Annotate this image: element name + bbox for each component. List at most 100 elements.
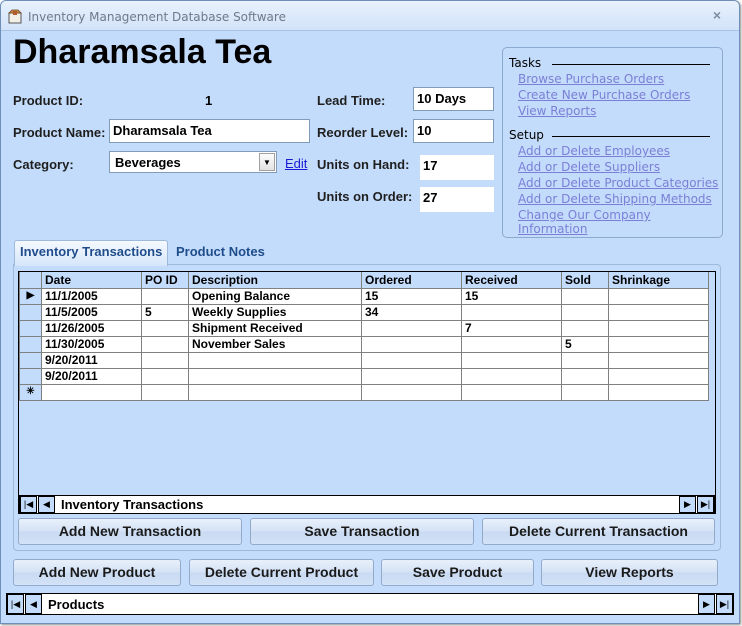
next-product-icon[interactable]: ▶ bbox=[698, 594, 715, 614]
cell-received[interactable]: 7 bbox=[461, 319, 562, 337]
cell-ordered[interactable] bbox=[361, 367, 462, 385]
cell-ordered[interactable]: 15 bbox=[361, 287, 462, 305]
cell-po-id[interactable] bbox=[141, 319, 189, 337]
cell-shrinkage[interactable] bbox=[608, 367, 709, 385]
chevron-down-icon[interactable]: ▼ bbox=[259, 153, 275, 171]
last-record-icon[interactable]: ▶| bbox=[697, 496, 714, 513]
cell-received[interactable] bbox=[461, 335, 562, 353]
setup-link-shipping-methods[interactable]: Add or Delete Shipping Methods bbox=[518, 192, 712, 206]
new-cell-shrinkage[interactable] bbox=[608, 383, 709, 401]
cell-ordered[interactable] bbox=[361, 335, 462, 353]
cell-date[interactable]: 11/1/2005 bbox=[41, 287, 142, 305]
row-selector[interactable] bbox=[19, 335, 42, 353]
cell-description[interactable]: Opening Balance bbox=[188, 287, 362, 305]
cell-description[interactable]: Shipment Received bbox=[188, 319, 362, 337]
close-icon[interactable]: × bbox=[709, 7, 725, 23]
previous-record-icon[interactable]: ◀ bbox=[38, 496, 55, 513]
cell-description[interactable]: November Sales bbox=[188, 335, 362, 353]
task-link-browse-purchase-orders[interactable]: Browse Purchase Orders bbox=[518, 72, 664, 86]
cell-description[interactable] bbox=[188, 351, 362, 369]
add-product-button[interactable]: Add New Product bbox=[13, 559, 181, 586]
new-record-row[interactable]: ✳ bbox=[19, 383, 709, 401]
cell-shrinkage[interactable] bbox=[608, 319, 709, 337]
table-row[interactable]: 11/5/2005 5 Weekly Supplies 34 bbox=[19, 303, 709, 321]
cell-sold[interactable]: 5 bbox=[561, 335, 609, 353]
cell-received[interactable]: 15 bbox=[461, 287, 562, 305]
new-cell-received[interactable] bbox=[461, 383, 562, 401]
cell-po-id[interactable]: 5 bbox=[141, 303, 189, 321]
cell-sold[interactable] bbox=[561, 303, 609, 321]
tab-product-notes[interactable]: Product Notes bbox=[171, 241, 270, 265]
cell-date[interactable]: 11/26/2005 bbox=[41, 319, 142, 337]
column-header-description[interactable]: Description bbox=[188, 272, 362, 289]
column-header-sold[interactable]: Sold bbox=[561, 272, 609, 289]
new-cell-ordered[interactable] bbox=[361, 383, 462, 401]
cell-sold[interactable] bbox=[561, 351, 609, 369]
tab-inventory-transactions[interactable]: Inventory Transactions bbox=[14, 240, 169, 266]
cell-description[interactable]: Weekly Supplies bbox=[188, 303, 362, 321]
table-row[interactable]: 11/30/2005 November Sales 5 bbox=[19, 335, 709, 353]
column-header-ordered[interactable]: Ordered bbox=[361, 272, 462, 289]
setup-link-company-information[interactable]: Change Our Company Information bbox=[518, 208, 722, 236]
save-product-button[interactable]: Save Product bbox=[381, 559, 534, 586]
category-select[interactable]: Beverages ▼ bbox=[109, 151, 277, 173]
column-header-date[interactable]: Date bbox=[41, 272, 142, 289]
cell-received[interactable] bbox=[461, 303, 562, 321]
cell-po-id[interactable] bbox=[141, 287, 189, 305]
cell-ordered[interactable]: 34 bbox=[361, 303, 462, 321]
cell-date[interactable]: 11/5/2005 bbox=[41, 303, 142, 321]
cell-po-id[interactable] bbox=[141, 335, 189, 353]
delete-transaction-button[interactable]: Delete Current Transaction bbox=[482, 518, 715, 545]
column-header-po-id[interactable]: PO ID bbox=[141, 272, 189, 289]
cell-shrinkage[interactable] bbox=[608, 351, 709, 369]
cell-sold[interactable] bbox=[561, 367, 609, 385]
cell-received[interactable] bbox=[461, 367, 562, 385]
current-row-indicator[interactable]: ▶ bbox=[19, 287, 42, 305]
cell-shrinkage[interactable] bbox=[608, 303, 709, 321]
cell-description[interactable] bbox=[188, 367, 362, 385]
product-name-input[interactable]: Dharamsala Tea bbox=[109, 119, 310, 143]
task-link-view-reports[interactable]: View Reports bbox=[518, 104, 596, 118]
new-cell-date[interactable] bbox=[41, 383, 142, 401]
header-selector[interactable] bbox=[19, 272, 42, 289]
row-selector[interactable] bbox=[19, 319, 42, 337]
cell-date[interactable]: 11/30/2005 bbox=[41, 335, 142, 353]
add-transaction-button[interactable]: Add New Transaction bbox=[18, 518, 242, 545]
setup-link-employees[interactable]: Add or Delete Employees bbox=[518, 144, 670, 158]
cell-sold[interactable] bbox=[561, 287, 609, 305]
save-transaction-button[interactable]: Save Transaction bbox=[250, 518, 474, 545]
view-reports-button[interactable]: View Reports bbox=[541, 559, 718, 586]
task-link-create-purchase-orders[interactable]: Create New Purchase Orders bbox=[518, 88, 690, 102]
lead-time-input[interactable]: 10 Days bbox=[413, 87, 494, 111]
new-row-icon[interactable]: ✳ bbox=[19, 383, 42, 401]
cell-shrinkage[interactable] bbox=[608, 335, 709, 353]
first-record-icon[interactable]: |◀ bbox=[20, 496, 37, 513]
column-header-received[interactable]: Received bbox=[461, 272, 562, 289]
cell-received[interactable] bbox=[461, 351, 562, 369]
new-cell-po-id[interactable] bbox=[141, 383, 189, 401]
table-row[interactable]: 9/20/2011 bbox=[19, 351, 709, 369]
new-cell-sold[interactable] bbox=[561, 383, 609, 401]
setup-link-suppliers[interactable]: Add or Delete Suppliers bbox=[518, 160, 660, 174]
previous-product-icon[interactable]: ◀ bbox=[25, 594, 42, 614]
cell-date[interactable]: 9/20/2011 bbox=[41, 351, 142, 369]
row-selector[interactable] bbox=[19, 303, 42, 321]
next-record-icon[interactable]: ▶ bbox=[679, 496, 696, 513]
edit-category-link[interactable]: Edit bbox=[285, 156, 307, 171]
row-selector[interactable] bbox=[19, 367, 42, 385]
cell-po-id[interactable] bbox=[141, 351, 189, 369]
row-selector[interactable] bbox=[19, 351, 42, 369]
new-cell-description[interactable] bbox=[188, 383, 362, 401]
cell-ordered[interactable] bbox=[361, 351, 462, 369]
cell-ordered[interactable] bbox=[361, 319, 462, 337]
setup-link-product-categories[interactable]: Add or Delete Product Categories bbox=[518, 176, 718, 190]
last-product-icon[interactable]: ▶| bbox=[716, 594, 733, 614]
reorder-level-input[interactable]: 10 bbox=[413, 119, 494, 143]
cell-date[interactable]: 9/20/2011 bbox=[41, 367, 142, 385]
table-row[interactable]: 9/20/2011 bbox=[19, 367, 709, 385]
table-row[interactable]: 11/26/2005 Shipment Received 7 bbox=[19, 319, 709, 337]
cell-sold[interactable] bbox=[561, 319, 609, 337]
cell-shrinkage[interactable] bbox=[608, 287, 709, 305]
delete-product-button[interactable]: Delete Current Product bbox=[189, 559, 374, 586]
column-header-shrinkage[interactable]: Shrinkage bbox=[608, 272, 709, 289]
